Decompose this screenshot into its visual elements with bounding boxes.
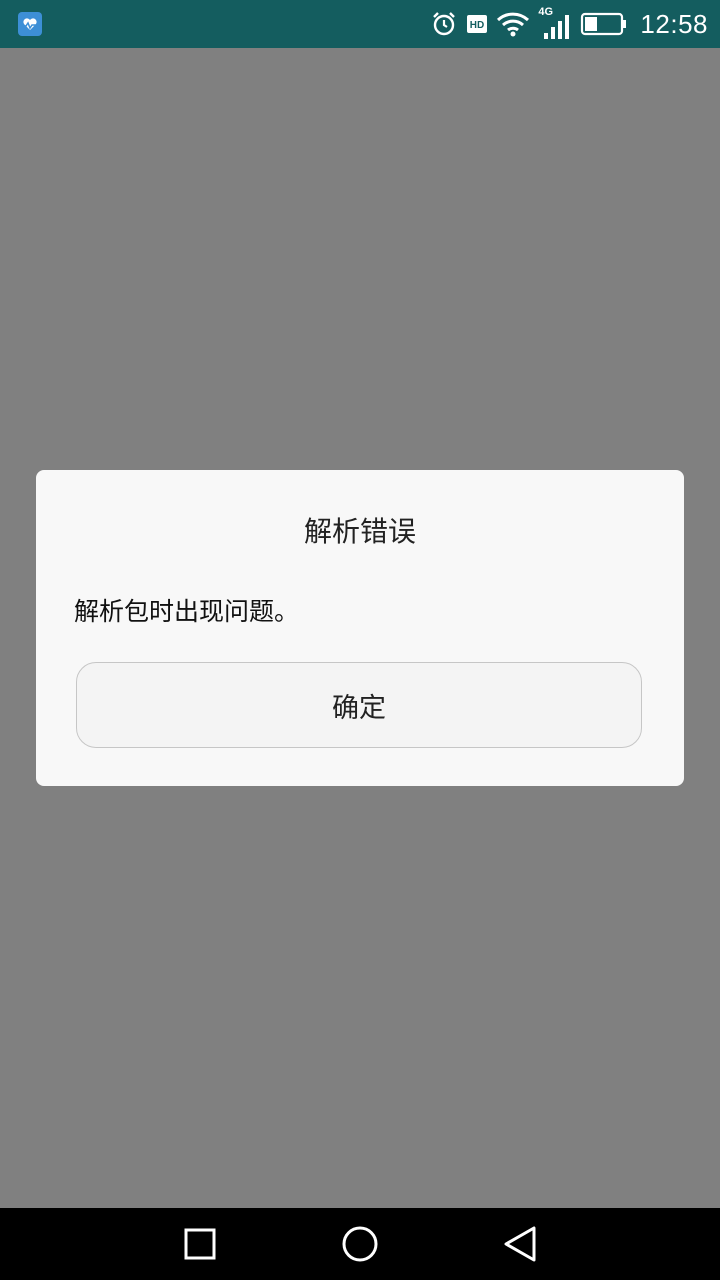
battery-icon bbox=[581, 12, 627, 36]
home-icon[interactable] bbox=[340, 1224, 380, 1264]
status-icons: HD 4G 12:58 bbox=[430, 0, 708, 48]
svg-text:HD: HD bbox=[470, 20, 484, 31]
back-icon[interactable] bbox=[500, 1224, 540, 1264]
status-time: 12:58 bbox=[640, 8, 708, 39]
dialog-message: 解析包时出现问题。 bbox=[74, 597, 300, 626]
navigation-bar bbox=[0, 1208, 720, 1280]
status-bar: HD 4G 12:58 bbox=[0, 0, 720, 48]
error-dialog: 解析错误 解析包时出现问题。 确定 bbox=[36, 470, 684, 786]
confirm-button[interactable]: 确定 bbox=[76, 662, 642, 748]
signal-4g-icon: 4G bbox=[538, 6, 572, 42]
dialog-title: 解析错误 bbox=[303, 515, 416, 548]
app-health-icon bbox=[18, 12, 42, 36]
recent-apps-icon[interactable] bbox=[180, 1224, 220, 1264]
screen: HD 4G 12:58 解析错误 解析包时出现问题。 确定 bbox=[0, 0, 720, 1280]
hd-icon: HD bbox=[467, 15, 488, 33]
wifi-icon bbox=[497, 12, 530, 37]
alarm-icon bbox=[433, 12, 456, 36]
